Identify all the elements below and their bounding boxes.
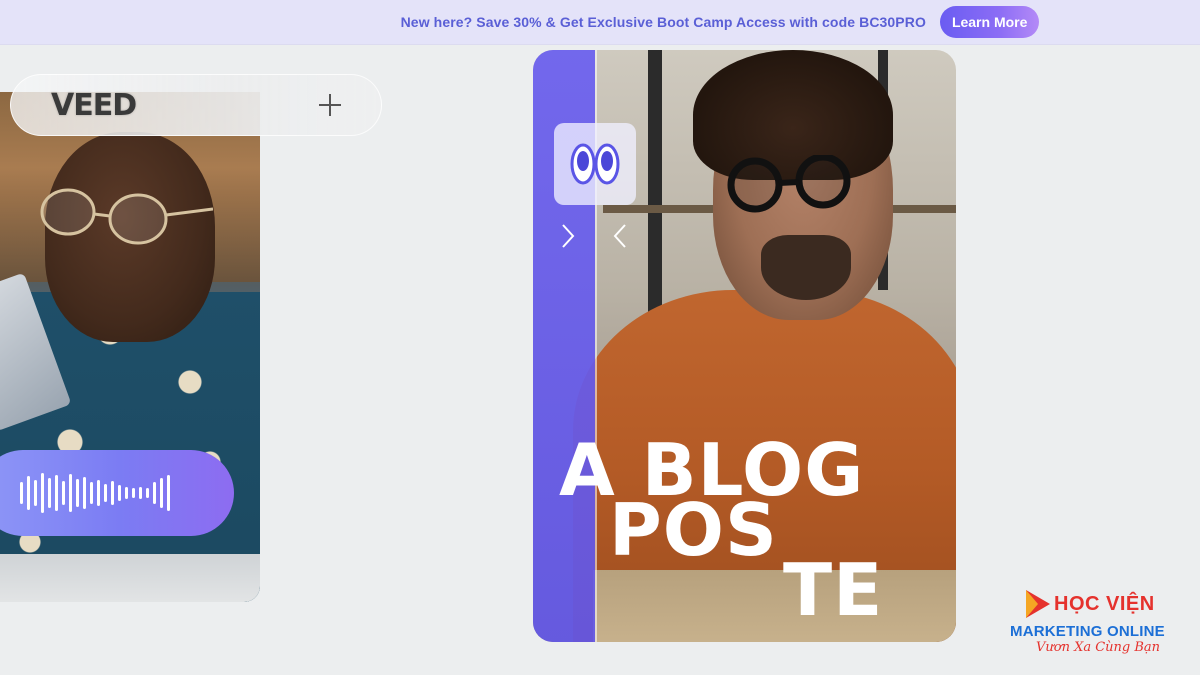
watermark-slogan: Vươn Xa Cùng Bạn — [1036, 640, 1161, 655]
veed-logo: VEED — [51, 87, 137, 123]
beard — [761, 235, 851, 300]
table-edge — [0, 554, 260, 602]
audio-waveform-pill — [0, 450, 234, 536]
learn-more-button[interactable]: Learn More — [939, 6, 1040, 38]
plus-icon[interactable] — [319, 94, 341, 116]
video-card-right: A BLOG POS TE — [533, 50, 956, 642]
audio-waveform-icon — [20, 473, 170, 513]
promo-banner: New here? Save 30% & Get Exclusive Boot … — [0, 0, 1200, 45]
watermark-logo: HỌC VIỆN MARKETING ONLINE Vươn Xa Cùng B… — [1010, 587, 1180, 659]
promo-text: New here? Save 30% & Get Exclusive Boot … — [400, 14, 926, 30]
page: New here? Save 30% & Get Exclusive Boot … — [0, 0, 1200, 675]
watermark-subtitle: MARKETING ONLINE — [1010, 623, 1165, 640]
googly-eyes-icon — [570, 143, 620, 185]
eyeglasses-graphic — [40, 188, 213, 245]
play-logo-icon — [1026, 590, 1050, 618]
watermark-title: HỌC VIỆN — [1054, 593, 1155, 615]
brand-pill[interactable]: VEED — [10, 74, 382, 136]
caption-line-3: TE — [783, 548, 884, 632]
googly-eyes-sticker — [554, 123, 636, 205]
desk — [593, 570, 956, 642]
eyeglasses-graphic — [727, 155, 851, 213]
chevron-left-icon[interactable] — [613, 222, 627, 250]
chevron-right-icon[interactable] — [561, 222, 575, 250]
caption-line-2: POS — [609, 488, 778, 572]
